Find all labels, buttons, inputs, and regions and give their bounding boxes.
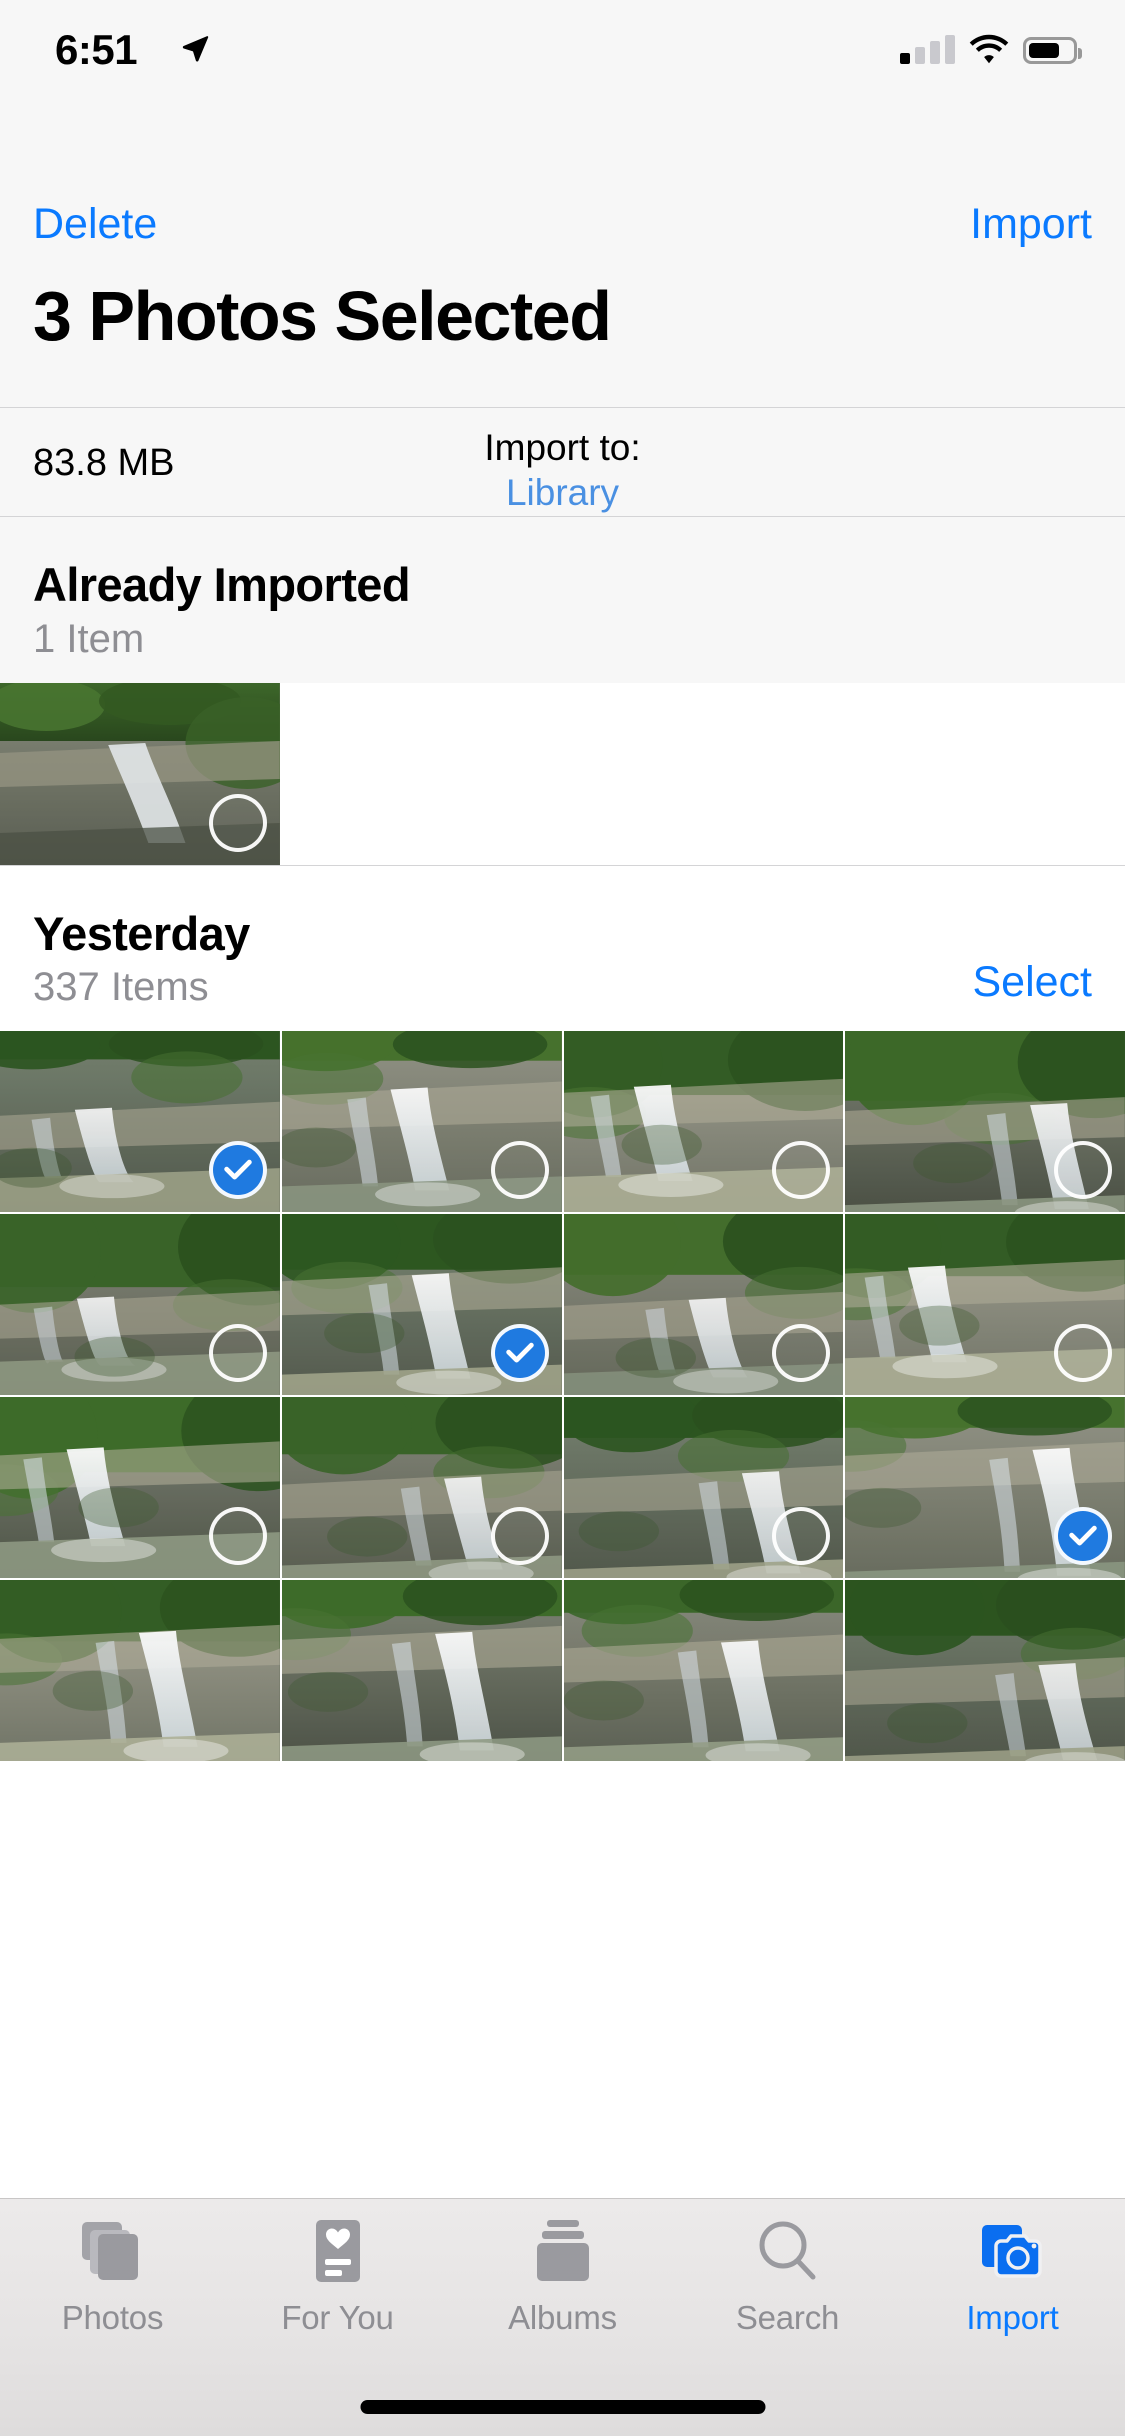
nav-divider [0, 407, 1125, 408]
section-title: Yesterday [33, 908, 1092, 961]
photo-cell-8[interactable] [845, 1214, 1125, 1395]
photo-selection-circle[interactable] [491, 1507, 549, 1565]
battery-icon [1023, 37, 1077, 64]
photo-cell-2[interactable] [282, 1031, 562, 1212]
photo-cell-7[interactable] [564, 1214, 844, 1395]
photo-thumbnail [282, 1580, 562, 1761]
photo-cell-13[interactable] [0, 1580, 280, 1761]
tab-label: Albums [508, 2299, 617, 2337]
photo-cell-4[interactable] [845, 1031, 1125, 1212]
photo-cell-5[interactable] [0, 1214, 280, 1395]
import-destination-button[interactable]: Library [506, 470, 619, 515]
photo-thumbnail [0, 1580, 280, 1761]
tab-photos[interactable]: Photos [0, 2213, 225, 2367]
import-info-row: 83.8 MB Import to: Library [0, 409, 1125, 517]
photo-cell-10[interactable] [282, 1397, 562, 1578]
photo-cell-3[interactable] [564, 1031, 844, 1212]
tab-label: For You [281, 2299, 393, 2337]
for-you-heart-card-icon [312, 2213, 364, 2289]
page-title: 3 Photos Selected [33, 276, 610, 356]
photo-selection-circle[interactable] [209, 1507, 267, 1565]
photo-selected-checkmark[interactable] [1054, 1507, 1112, 1565]
tab-label: Search [736, 2299, 839, 2337]
magnifier-icon [757, 2213, 819, 2289]
tab-list: Photos For You [0, 2199, 1125, 2367]
tab-albums[interactable]: Albums [450, 2213, 675, 2367]
status-bar-time: 6:51 [55, 26, 137, 74]
cellular-signal-icon [900, 34, 955, 64]
status-bar: 6:51 [0, 0, 1125, 96]
photo-cell-9[interactable] [0, 1397, 280, 1578]
camera-import-icon [981, 2213, 1045, 2289]
photo-cell-11[interactable] [564, 1397, 844, 1578]
tab-import[interactable]: Import [900, 2213, 1125, 2367]
section-header-already-imported: Already Imported 1 Item [0, 517, 1125, 683]
wifi-icon [969, 34, 1009, 64]
photo-selection-circle[interactable] [1054, 1324, 1112, 1382]
section-subtitle: 337 Items [33, 965, 1092, 1009]
section-header-yesterday: Yesterday 337 Items Select [0, 866, 1125, 1032]
photo-thumbnail [564, 1580, 844, 1761]
status-bar-indicators [900, 28, 1077, 64]
photo-selection-circle[interactable] [209, 794, 267, 852]
tab-for-you[interactable]: For You [225, 2213, 450, 2367]
tab-label: Photos [62, 2299, 164, 2337]
tab-search[interactable]: Search [675, 2213, 900, 2367]
photo-cell-1[interactable] [0, 1031, 280, 1212]
section-subtitle: 1 Item [33, 617, 1092, 661]
photo-cell-16[interactable] [845, 1580, 1125, 1761]
location-arrow-icon [180, 33, 210, 63]
photo-thumbnail [845, 1580, 1125, 1761]
photo-grid-already-imported [0, 683, 1125, 865]
photo-grid-yesterday [0, 1031, 1125, 1761]
photo-cell-12[interactable] [845, 1397, 1125, 1578]
photos-stack-icon [80, 2213, 146, 2289]
import-to-label: Import to: [0, 425, 1125, 470]
tab-bar: Photos For You [0, 2198, 1125, 2436]
photo-selected-checkmark[interactable] [209, 1141, 267, 1199]
photo-cell-already-imported-1[interactable] [0, 683, 280, 865]
section-title: Already Imported [33, 559, 1092, 612]
delete-button[interactable]: Delete [33, 200, 157, 249]
photo-cell-6[interactable] [282, 1214, 562, 1395]
photo-selection-circle[interactable] [491, 1141, 549, 1199]
photo-selection-circle[interactable] [1054, 1141, 1112, 1199]
iphone-screen: 6:51 Delete Import 3 Photos Selected [0, 0, 1125, 2436]
tab-label: Import [966, 2299, 1058, 2337]
photo-list-scroll-area[interactable]: Already Imported 1 Item [0, 517, 1125, 2198]
photo-cell-14[interactable] [282, 1580, 562, 1761]
home-indicator [360, 2400, 765, 2414]
photo-selection-circle[interactable] [209, 1324, 267, 1382]
info-divider [0, 516, 1125, 517]
select-button[interactable]: Select [972, 958, 1092, 1007]
import-destination: Import to: Library [0, 425, 1125, 515]
photo-cell-15[interactable] [564, 1580, 844, 1761]
albums-stack-icon [534, 2213, 592, 2289]
navigation-bar: Delete Import 3 Photos Selected [0, 96, 1125, 408]
photo-selected-checkmark[interactable] [491, 1324, 549, 1382]
import-button[interactable]: Import [970, 200, 1092, 249]
